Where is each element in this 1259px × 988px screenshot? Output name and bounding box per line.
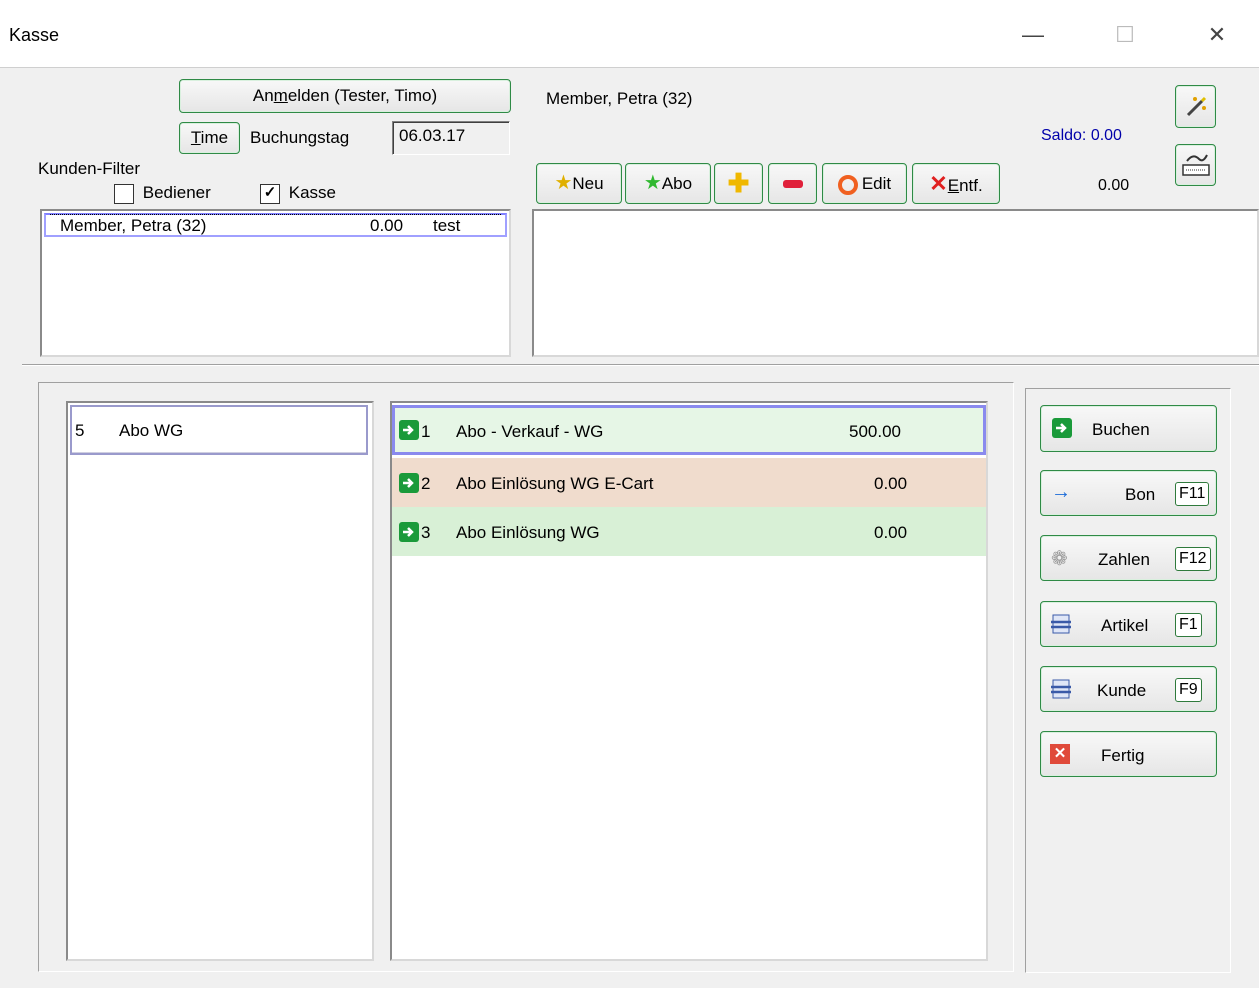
article-row[interactable]: 1 Abo - Verkauf - WG 500.00 (392, 405, 986, 455)
kunde-key: F9 (1175, 678, 1202, 702)
fertig-button[interactable]: ✕ Fertig (1040, 731, 1217, 777)
list-icon (1050, 613, 1072, 640)
artikel-label: Artikel (1101, 616, 1149, 635)
kasse-label: Kasse (288, 183, 336, 202)
new-button[interactable]: ★Neu (536, 163, 622, 204)
group-list[interactable]: 5 Abo WG (66, 401, 374, 961)
article-label: Abo Einlösung WG (456, 523, 600, 542)
time-label: ime (200, 128, 229, 147)
close-button[interactable]: ✕ (1194, 14, 1240, 56)
delete-label-accel: E (947, 176, 960, 195)
x-red-icon: ✕ (929, 171, 948, 196)
group-label: Abo WG (119, 421, 184, 440)
keyboard-icon (1181, 154, 1210, 176)
group-num: 5 (75, 421, 85, 440)
magic-wand-icon (1186, 96, 1206, 117)
edit-label: Edit (861, 174, 892, 193)
bon-key: F11 (1175, 482, 1210, 506)
maximize-button[interactable]: ☐ (1102, 14, 1148, 56)
abo-label: Abo (661, 174, 693, 193)
top-area: Anmelden (Tester, Timo) Time Buchungstag… (22, 68, 1259, 364)
close-red-icon: ✕ (1050, 744, 1070, 764)
booking-day-label: Buchungstag (250, 128, 350, 147)
bediener-label: Bediener (142, 183, 211, 202)
time-label-accel: T (190, 128, 201, 147)
fertig-label: Fertig (1101, 746, 1145, 765)
time-button[interactable]: Time (179, 122, 240, 154)
zahlen-button[interactable]: ❁ Zahlen F12 (1040, 535, 1217, 581)
article-price: 0.00 (874, 523, 908, 542)
buchen-label: Buchen (1092, 420, 1150, 439)
arrow-right-icon: → (1051, 481, 1071, 503)
title-bar: Kasse — ☐ ✕ (0, 0, 1259, 68)
wand-button[interactable] (1175, 85, 1216, 128)
arrow-in-icon (398, 419, 420, 446)
list-icon (1050, 678, 1072, 705)
arrow-in-icon (1051, 417, 1073, 444)
article-price: 0.00 (874, 474, 908, 493)
separator (22, 364, 1259, 366)
article-num: 3 (421, 523, 431, 542)
delete-label: ntf. (959, 176, 983, 195)
saldo-text: Saldo: 0.00 (1041, 127, 1122, 144)
minus-icon (782, 180, 803, 188)
buchen-button[interactable]: Buchen (1040, 405, 1217, 452)
abo-button[interactable]: ★Abo (625, 163, 711, 204)
zahlen-label: Zahlen (1098, 550, 1150, 569)
kunde-label: Kunde (1097, 681, 1147, 700)
customer-balance: 0.00 (370, 216, 404, 235)
login-button[interactable]: Anmelden (Tester, Timo) (179, 79, 511, 113)
artikel-button[interactable]: Artikel F1 (1040, 601, 1217, 647)
booking-day-field[interactable]: 06.03.17 (392, 121, 510, 155)
delete-button[interactable]: ✕Entf. (912, 163, 1000, 204)
minimize-button[interactable]: — (1010, 14, 1056, 56)
customer-row[interactable]: Member, Petra (32) 0.00 test (44, 213, 507, 237)
group-row[interactable]: 5 Abo WG (70, 405, 368, 455)
add-button[interactable]: ✚ (714, 163, 763, 204)
new-label: Neu (572, 174, 604, 193)
zahlen-key: F12 (1175, 547, 1211, 571)
article-label: Abo - Verkauf - WG (456, 422, 604, 441)
article-row[interactable]: 2 Abo Einlösung WG E-Cart 0.00 (392, 458, 986, 507)
filter-bediener[interactable]: Bediener (114, 183, 211, 204)
bon-button[interactable]: → Bon F11 (1040, 470, 1217, 516)
customer-note: test (433, 216, 461, 235)
ring-icon (837, 174, 858, 195)
article-list[interactable]: 1 Abo - Verkauf - WG 500.00 2 Abo Einlös… (390, 401, 988, 961)
customer-filter-label: Kunden-Filter (38, 159, 141, 178)
article-num: 1 (421, 422, 431, 441)
window-title: Kasse (9, 25, 60, 45)
star-green-icon: ★ (643, 172, 662, 194)
bon-label: Bon (1125, 485, 1156, 504)
article-price: 500.00 (849, 422, 901, 441)
article-num: 2 (421, 474, 431, 493)
keyboard-button[interactable] (1175, 144, 1216, 186)
login-label-accel: m (273, 86, 288, 105)
edit-button[interactable]: Edit (822, 163, 907, 204)
saldo-label: Saldo: 0.00 (1041, 127, 1122, 145)
plus-icon: ✚ (727, 168, 750, 198)
kunde-button[interactable]: Kunde F9 (1040, 666, 1217, 712)
login-label-a: An (252, 86, 274, 105)
arrow-in-icon (398, 521, 420, 548)
current-member: Member, Petra (32) (546, 89, 693, 108)
money-icon: ❁ (1051, 548, 1068, 570)
remove-button[interactable] (768, 163, 817, 204)
customer-list[interactable]: Member, Petra (32) 0.00 test (40, 209, 511, 357)
article-row[interactable]: 3 Abo Einlösung WG 0.00 (392, 507, 986, 556)
customer-name: Member, Petra (32) (60, 216, 207, 235)
amount-display: 0.00 (1098, 177, 1130, 194)
artikel-key: F1 (1175, 613, 1202, 637)
kasse-checkbox[interactable]: ✓ (260, 183, 280, 204)
info-panel (532, 209, 1259, 357)
arrow-in-icon (398, 472, 420, 499)
filter-kasse[interactable]: ✓ Kasse (260, 183, 336, 204)
star-yellow-icon: ★ (554, 172, 573, 194)
login-label-b: elden (Tester, Timo) (287, 86, 438, 105)
article-label: Abo Einlösung WG E-Cart (456, 474, 654, 493)
bediener-checkbox[interactable] (114, 183, 134, 204)
